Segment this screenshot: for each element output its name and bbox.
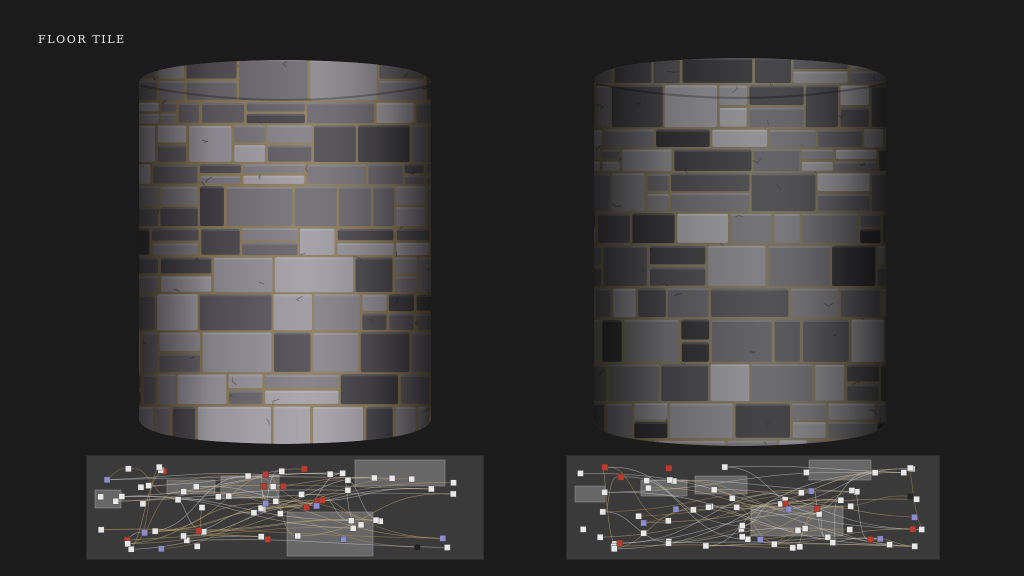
stone-tile-cylinder-left xyxy=(135,56,435,446)
left-cylinder-render xyxy=(139,60,431,444)
right-cylinder-render xyxy=(594,58,886,446)
stone-tile-cylinder-right xyxy=(590,54,890,448)
node-graph-left xyxy=(86,455,484,560)
page-title: FLOOR TILE xyxy=(38,33,126,46)
node-graph-right xyxy=(566,455,940,560)
